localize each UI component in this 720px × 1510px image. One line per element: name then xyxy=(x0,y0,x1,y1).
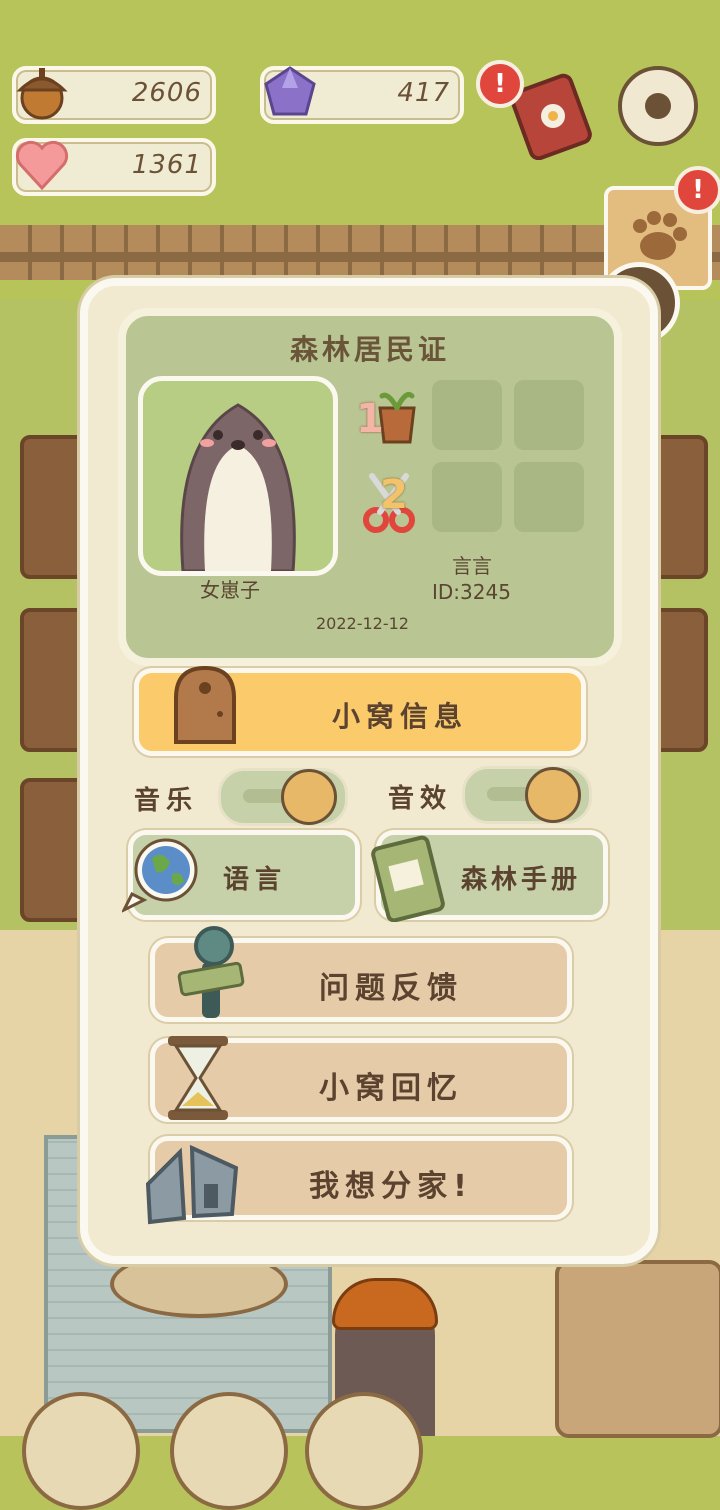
music-label: 音乐 xyxy=(134,786,199,816)
badge-sprout[interactable]: 1 xyxy=(352,384,424,450)
sound-toggle[interactable] xyxy=(462,766,592,824)
sound-toggle-knob[interactable] xyxy=(525,767,581,823)
badge-2-number: 2 xyxy=(380,472,408,518)
heart-count: 1361 xyxy=(131,150,202,180)
bottom-nav-button[interactable] xyxy=(305,1392,423,1510)
music-toggle[interactable] xyxy=(218,768,348,826)
resident-name: 言言 xyxy=(452,554,492,578)
badge-scissors[interactable]: 2 xyxy=(356,470,428,536)
music-toggle-knob[interactable] xyxy=(281,769,337,825)
broken-house-icon xyxy=(140,1128,244,1226)
gem-counter: 417 xyxy=(260,66,464,124)
feedback-label: 问题反馈 xyxy=(319,971,463,1006)
badge-slot xyxy=(514,462,584,532)
manual-book-icon xyxy=(370,828,460,923)
join-date: 2022-12-12 xyxy=(316,614,409,633)
globe-icon xyxy=(120,834,212,914)
move-out-label: 我想分家! xyxy=(309,1169,473,1204)
heart-icon xyxy=(15,140,69,191)
otter-portrait-icon xyxy=(180,403,296,571)
hourglass-icon xyxy=(160,1032,240,1124)
acorn-icon xyxy=(16,68,68,120)
purple-gem-icon xyxy=(264,66,316,116)
badge-1-number: 1 xyxy=(356,396,384,442)
dessert-table xyxy=(555,1260,720,1438)
avatar[interactable] xyxy=(138,376,338,576)
bottom-nav-button[interactable] xyxy=(22,1392,140,1510)
microphone-icon xyxy=(176,922,246,1022)
badge-slot xyxy=(432,462,502,532)
sound-label: 音效 xyxy=(388,784,453,814)
gear-icon xyxy=(618,66,698,146)
badge-slot xyxy=(514,380,584,450)
heart-counter: 1361 xyxy=(12,138,216,196)
resident-id: ID:3245 xyxy=(432,580,511,604)
badge-slot xyxy=(432,380,502,450)
home-info-label: 小窝信息 xyxy=(331,700,468,733)
journal-alert-badge: ! xyxy=(476,60,524,108)
manual-label: 森林手册 xyxy=(461,865,582,895)
gem-count: 417 xyxy=(397,78,450,108)
language-label: 语言 xyxy=(223,865,288,895)
acorn-counter: 2606 xyxy=(12,66,216,124)
card-title: 森林居民证 xyxy=(289,333,450,366)
memories-label: 小窝回忆 xyxy=(319,1071,463,1106)
acorn-count: 2606 xyxy=(131,78,202,108)
gender-label: 女崽子 xyxy=(200,578,260,602)
bottom-nav-button[interactable] xyxy=(170,1392,288,1510)
door-icon xyxy=(168,664,242,744)
settings-button[interactable] xyxy=(612,56,704,156)
album-alert-badge: ! xyxy=(674,166,720,214)
